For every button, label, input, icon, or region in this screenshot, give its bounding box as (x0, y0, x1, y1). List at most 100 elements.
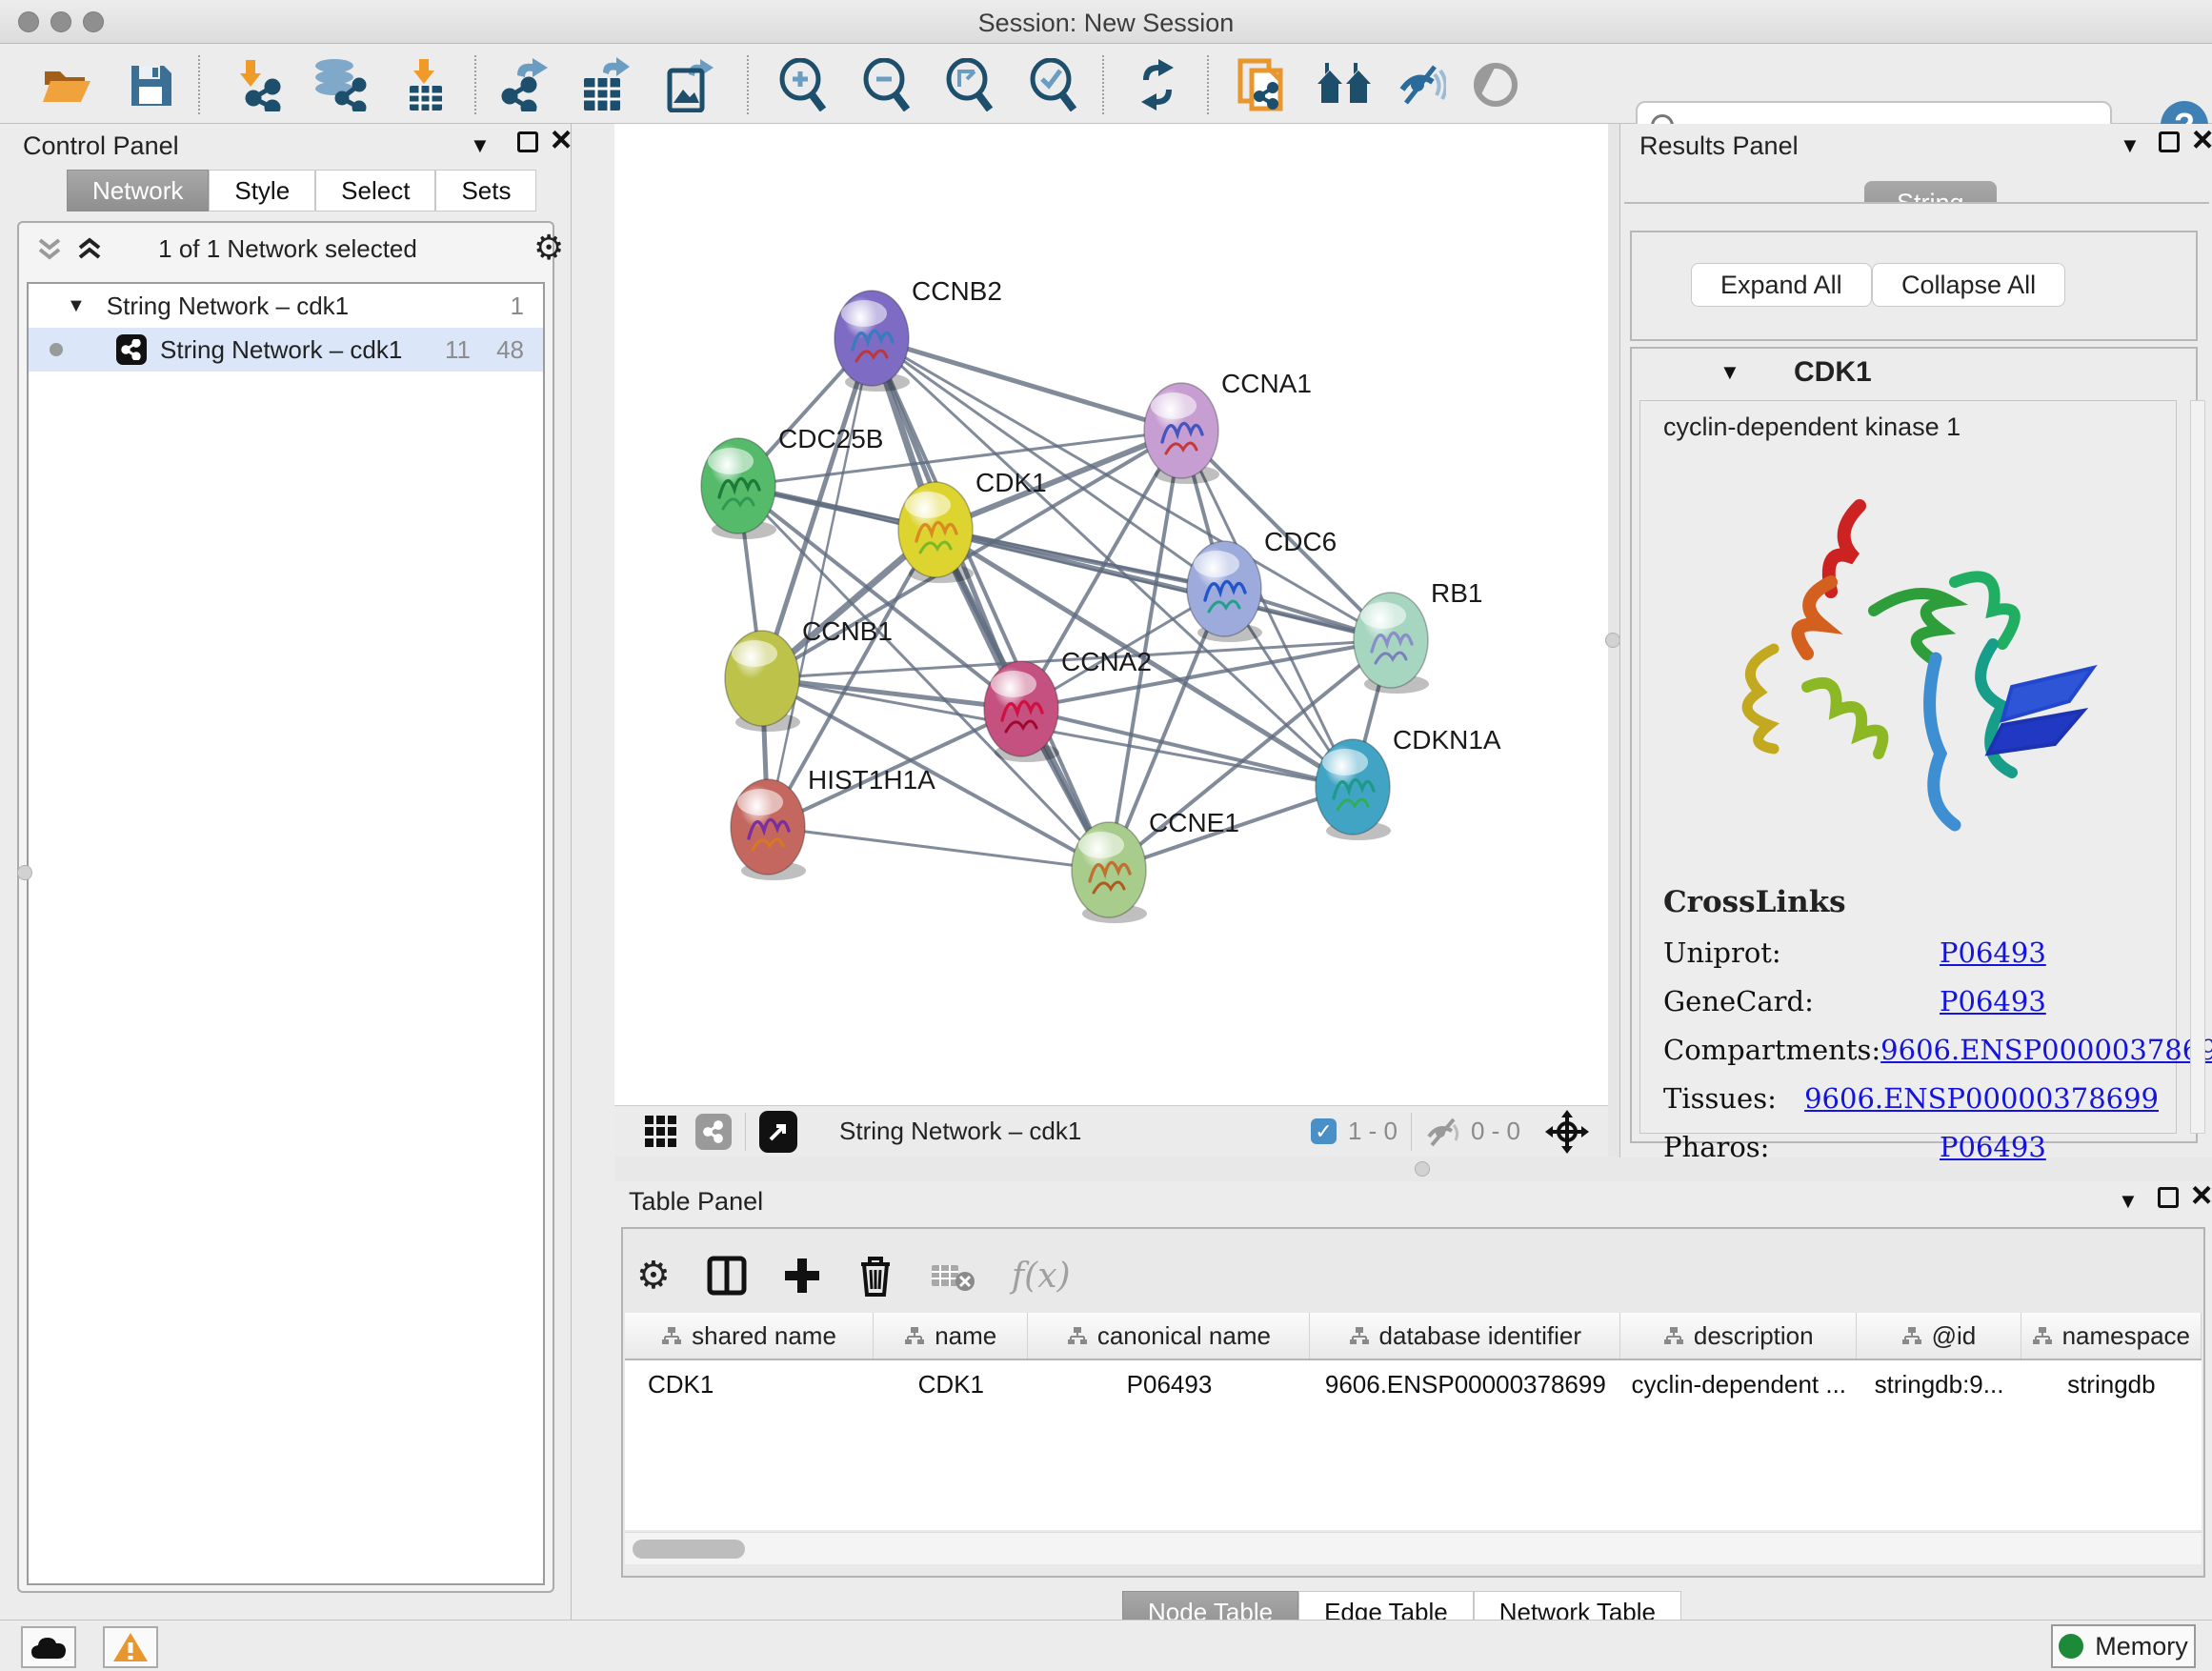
tab-select[interactable]: Select (315, 170, 435, 211)
table-cell[interactable]: CDK1 (874, 1360, 1028, 1408)
crosslink-label: Uniprot: (1663, 936, 1940, 969)
gene-details: cyclin-dependent kinase 1 (1639, 400, 2177, 1134)
network-collection-row[interactable]: ▼ String Network – cdk1 1 (29, 284, 543, 328)
column-header-database-identifier[interactable]: database identifier (1310, 1313, 1620, 1359)
detach-view-icon[interactable] (759, 1111, 797, 1153)
refresh-button[interactable] (1130, 57, 1185, 112)
table-cell[interactable]: P06493 (1029, 1360, 1311, 1408)
network-canvas[interactable]: CCNB2CCNA1CDC25BCDK1CDC6RB1CCNB1CCNA2CDK… (614, 124, 1608, 1105)
collection-expand-triangle[interactable]: ▼ (67, 295, 86, 317)
selected-count-checkbox-icon[interactable]: ✓ (1311, 1118, 1337, 1144)
horizontal-splitter-handle[interactable] (1415, 1161, 1430, 1177)
show-columns-icon[interactable] (707, 1255, 747, 1297)
table-cell[interactable]: cyclin-dependent ... (1620, 1360, 1857, 1408)
show-hidden-button[interactable] (1468, 57, 1523, 112)
save-session-button[interactable] (123, 57, 178, 112)
control-panel-menu-icon[interactable]: ▼ (470, 133, 491, 158)
network-edge[interactable] (872, 338, 1181, 431)
tab-sets[interactable]: Sets (435, 170, 536, 211)
export-image-button[interactable] (661, 57, 716, 112)
network-node-cdc25b[interactable]: CDC25B (701, 424, 883, 539)
network-node-cdc6[interactable]: CDC6 (1187, 527, 1337, 642)
hide-selected-button[interactable] (1394, 57, 1449, 112)
export-network-button[interactable] (497, 57, 553, 112)
column-header-name[interactable]: name (874, 1313, 1028, 1359)
crosslink-link[interactable]: P06493 (1940, 985, 2046, 1017)
crosslink-link[interactable]: 9606.ENSP00000378699 (1804, 1082, 2159, 1115)
right-splitter-handle[interactable] (1605, 633, 1620, 648)
show-all-nodes-button[interactable] (1316, 57, 1371, 112)
results-panel-menu-icon[interactable]: ▼ (2120, 133, 2141, 158)
control-panel-close-icon[interactable]: × (551, 130, 572, 151)
column-header-description[interactable]: description (1620, 1313, 1857, 1359)
zoom-in-button[interactable] (774, 57, 830, 112)
export-table-button[interactable] (577, 57, 633, 112)
column-header-canonical-name[interactable]: canonical name (1028, 1313, 1310, 1359)
open-session-button[interactable] (39, 57, 94, 112)
gene-section: ▼ CDK1 cyclin-dependent kinase 1 (1630, 347, 2198, 1143)
delete-table-icon[interactable] (930, 1258, 975, 1294)
results-scrollbar[interactable] (2190, 400, 2205, 1134)
memory-button[interactable]: Memory (2051, 1624, 2196, 1668)
zoom-out-button[interactable] (858, 57, 914, 112)
table-scrollbar-thumb[interactable] (633, 1540, 745, 1559)
network-node-ccna1[interactable]: CCNA1 (1144, 369, 1312, 484)
table-cell[interactable]: stringdb (2021, 1360, 2202, 1408)
table-options-gear-icon[interactable]: ⚙ (636, 1254, 671, 1298)
delete-column-icon[interactable] (857, 1255, 894, 1297)
network-node-hist1h1a[interactable]: HIST1H1A (731, 765, 935, 880)
results-panel-close-icon[interactable]: × (2192, 130, 2212, 151)
crosslink-link[interactable]: P06493 (1940, 936, 2046, 969)
network-status-dot (50, 343, 63, 356)
column-header-label: canonical name (1097, 1321, 1271, 1351)
function-builder-icon[interactable]: f(x) (1012, 1257, 1071, 1296)
table-panel-float-icon[interactable] (2158, 1187, 2179, 1208)
birdseye-toggle-icon[interactable] (1543, 1108, 1591, 1156)
expand-all-button[interactable]: Expand All (1691, 263, 1872, 307)
grid-view-icon[interactable] (645, 1116, 676, 1147)
warning-status-button[interactable] (103, 1626, 158, 1668)
table-panel-menu-icon[interactable]: ▼ (2118, 1189, 2139, 1214)
network-node-cdkn1a[interactable]: CDKN1A (1316, 725, 1501, 840)
network-node-ccne1[interactable]: CCNE1 (1072, 808, 1239, 923)
column-header-namespace[interactable]: namespace (2021, 1313, 2202, 1359)
table-row[interactable]: CDK1CDK1P064939606.ENSP00000378699cyclin… (625, 1360, 2202, 1408)
control-panel-float-icon[interactable] (517, 131, 538, 152)
results-panel-float-icon[interactable] (2159, 131, 2180, 152)
column-type-icon (1349, 1326, 1370, 1345)
network-node-rb1[interactable]: RB1 (1354, 578, 1482, 694)
zoom-fit-button[interactable] (941, 57, 996, 112)
zoom-out-icon (861, 58, 911, 111)
network-edge[interactable] (768, 827, 1109, 870)
cloud-status-button[interactable] (21, 1626, 76, 1668)
crosslink-link[interactable]: 9606.ENSP00000378699 (1880, 1034, 2212, 1066)
string-network-icon (116, 334, 147, 365)
table-cell[interactable]: CDK1 (625, 1360, 874, 1408)
left-splitter-handle[interactable] (17, 865, 32, 880)
string-view-icon[interactable] (695, 1114, 732, 1150)
column-header-shared-name[interactable]: shared name (625, 1313, 874, 1359)
import-network-file-button[interactable] (230, 57, 285, 112)
network-edge[interactable] (762, 678, 1021, 709)
import-table-file-button[interactable] (398, 57, 453, 112)
table-cell[interactable]: stringdb:9... (1857, 1360, 2021, 1408)
gene-section-collapse-triangle[interactable]: ▼ (1719, 360, 1740, 385)
add-column-icon[interactable] (783, 1257, 821, 1295)
network-node-ccnb2[interactable]: CCNB2 (835, 276, 1002, 392)
column-header-@id[interactable]: @id (1857, 1313, 2021, 1359)
table-cell[interactable]: 9606.ENSP00000378699 (1310, 1360, 1620, 1408)
network-options-gear-icon[interactable]: ⚙ (533, 229, 564, 268)
zoom-selected-button[interactable] (1025, 57, 1080, 112)
network-edge[interactable] (768, 338, 872, 827)
clone-network-button[interactable] (1235, 57, 1290, 112)
network-node-ccnb1[interactable]: CCNB1 (725, 616, 893, 732)
network-row[interactable]: String Network – cdk1 11 48 (29, 328, 543, 372)
collapse-all-button[interactable]: Collapse All (1872, 263, 2065, 307)
import-network-database-button[interactable] (312, 57, 367, 112)
table-horizontal-scrollbar[interactable] (625, 1532, 2202, 1564)
tab-style[interactable]: Style (209, 170, 315, 211)
network-edge[interactable] (1021, 709, 1353, 787)
table-panel-close-icon[interactable]: × (2191, 1185, 2212, 1206)
tab-network[interactable]: Network (67, 170, 209, 211)
crosslink-link[interactable]: P06493 (1940, 1131, 2046, 1163)
